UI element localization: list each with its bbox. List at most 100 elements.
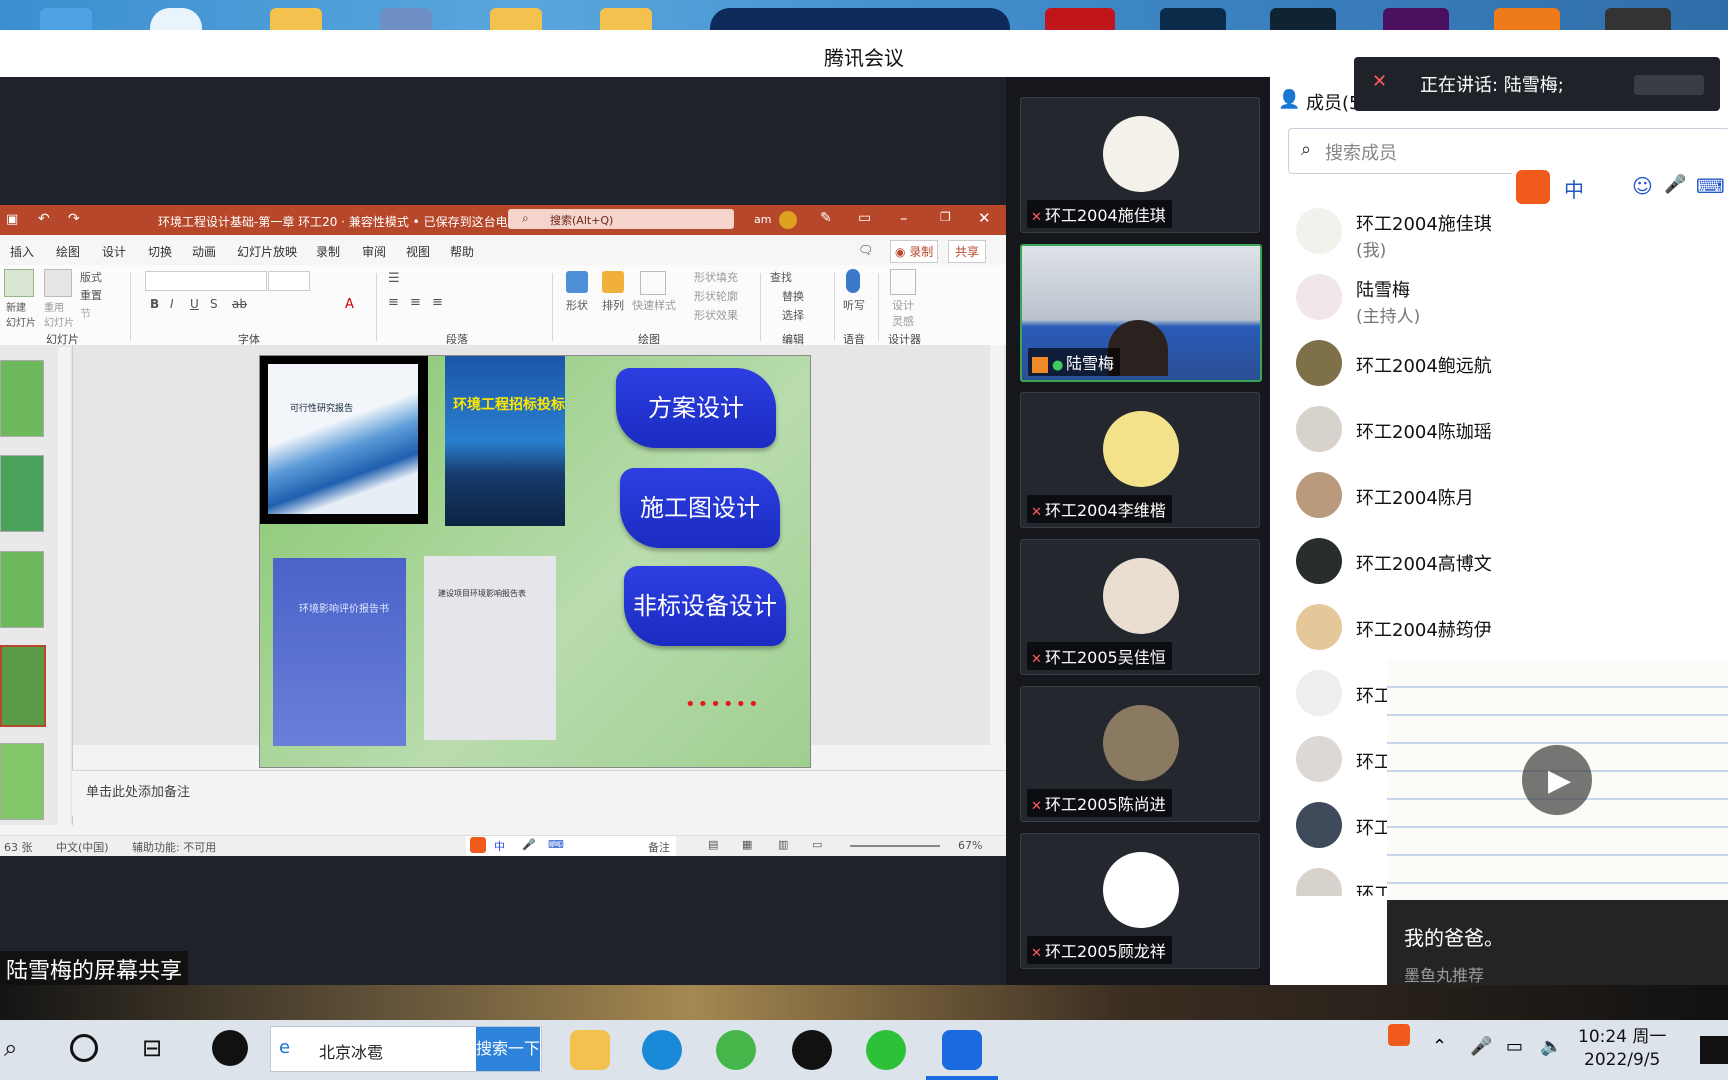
chevron-up-icon[interactable]: ⌃: [1432, 1036, 1447, 1057]
zoom-slider[interactable]: [850, 845, 940, 847]
font-name-select[interactable]: [145, 271, 267, 291]
microphone-icon[interactable]: [846, 269, 860, 293]
align-right-icon[interactable]: ≡: [432, 295, 443, 310]
italic-icon[interactable]: I: [170, 297, 174, 311]
shape-outline-button[interactable]: 形状轮廓: [694, 288, 738, 304]
microphone-icon[interactable]: 🎤: [1664, 174, 1686, 195]
sogou-icon[interactable]: [1516, 170, 1550, 204]
battery-icon[interactable]: ▭: [1506, 1036, 1523, 1057]
video-tile[interactable]: ✕ 环工2005陈尚进: [1020, 686, 1260, 822]
task-view-icon[interactable]: ⊟: [142, 1034, 162, 1062]
redo-icon[interactable]: ↷: [68, 211, 80, 227]
notes-toggle[interactable]: 备注: [648, 839, 670, 855]
minimize-icon[interactable]: –: [900, 209, 908, 227]
pinwheel-app-icon[interactable]: [212, 1030, 248, 1066]
microphone-icon[interactable]: 🎤: [1470, 1036, 1492, 1057]
bullets-icon[interactable]: ☰: [388, 271, 400, 286]
record-button[interactable]: ◉ 录制: [890, 240, 939, 263]
underline-icon[interactable]: U: [190, 297, 199, 311]
member-row[interactable]: 陆雪梅 (主持人): [1296, 266, 1726, 327]
new-slide-icon[interactable]: [4, 269, 34, 297]
reuse-slide-icon[interactable]: [44, 269, 72, 297]
shape-effect-button[interactable]: 形状效果: [694, 307, 738, 323]
file-explorer-icon[interactable]: [570, 1030, 610, 1070]
photoshop-icon[interactable]: [1160, 8, 1226, 30]
user-avatar[interactable]: [779, 211, 797, 229]
ime-toolbar[interactable]: 中 ☺ 🎤 ⌨: [1512, 168, 1728, 204]
lightroom-icon[interactable]: [1270, 8, 1336, 30]
select-button[interactable]: 选择: [782, 307, 804, 323]
reset-button[interactable]: 重置: [80, 287, 102, 303]
member-row[interactable]: 环工2004赫筠伊: [1296, 596, 1726, 656]
news-popup[interactable]: ▶ 我的爸爸。 墨鱼丸推荐: [1387, 660, 1728, 1002]
shadow-icon[interactable]: S: [210, 297, 218, 311]
menu-tab-help[interactable]: 帮助: [450, 243, 474, 260]
designer-icon[interactable]: [890, 269, 916, 295]
wechat-icon[interactable]: [866, 1030, 906, 1070]
sogou-icon[interactable]: [470, 837, 486, 853]
play-icon[interactable]: ▶: [1522, 745, 1592, 815]
menu-tab-animations[interactable]: 动画: [192, 243, 216, 260]
share-button[interactable]: 共享: [948, 240, 987, 263]
close-icon[interactable]: ✕: [978, 209, 991, 227]
cortana-icon[interactable]: [70, 1034, 98, 1062]
folder-icon[interactable]: [270, 8, 322, 30]
replace-button[interactable]: 替换: [782, 288, 804, 304]
arrange-label[interactable]: 排列: [602, 297, 624, 313]
shape-fill-button[interactable]: 形状填充: [694, 269, 738, 285]
menu-tab-record[interactable]: 录制: [316, 243, 340, 260]
member-row[interactable]: 环工2004鲍远航: [1296, 332, 1726, 392]
quick-styles-icon[interactable]: [640, 271, 666, 295]
search-icon[interactable]: ⌕: [4, 1034, 17, 1062]
ime-mode[interactable]: 中: [494, 838, 505, 854]
menu-tab-view[interactable]: 视图: [406, 243, 430, 260]
slide-thumbnail[interactable]: [0, 743, 44, 820]
normal-view-icon[interactable]: ▤: [708, 838, 718, 851]
ime-mode[interactable]: 中: [1564, 174, 1584, 203]
menu-tab-draw[interactable]: 绘图: [56, 243, 80, 260]
desktop-icon[interactable]: [380, 8, 432, 30]
find-button[interactable]: 查找: [770, 269, 792, 285]
acrobat-icon[interactable]: [1045, 8, 1115, 30]
menu-tab-insert[interactable]: 插入: [10, 243, 34, 260]
member-row[interactable]: 环工2004施佳琪 (我): [1296, 200, 1726, 261]
align-center-icon[interactable]: ≡: [410, 295, 421, 310]
language-status[interactable]: 中文(中国): [56, 839, 109, 855]
layout-button[interactable]: 版式: [80, 269, 102, 285]
desktop-icon[interactable]: [150, 8, 202, 30]
taskbar-search-button[interactable]: 搜索一下: [476, 1027, 540, 1071]
slide-thumbnail[interactable]: [0, 360, 44, 437]
volume-icon[interactable]: 🔈: [1540, 1036, 1562, 1057]
premiere-icon[interactable]: [1383, 8, 1449, 30]
thumbnail-scrollbar[interactable]: [58, 347, 70, 827]
sogou-tray-icon[interactable]: [1388, 1024, 1410, 1046]
video-tile[interactable]: ✕ 环工2005顾龙祥: [1020, 833, 1260, 969]
menu-tab-slideshow[interactable]: 幻灯片放映: [237, 243, 297, 260]
restore-icon[interactable]: ❐: [940, 210, 951, 224]
arrange-icon[interactable]: [602, 271, 624, 293]
notification-icon[interactable]: [1700, 1036, 1728, 1064]
member-row[interactable]: 环工2004高博文: [1296, 530, 1726, 590]
edge-icon[interactable]: [642, 1030, 682, 1070]
clock[interactable]: 10:24 周一 2022/9/5: [1578, 1026, 1666, 1072]
bold-icon[interactable]: B: [150, 297, 159, 311]
camera-icon[interactable]: [1605, 8, 1671, 30]
tencent-meeting-icon[interactable]: [942, 1030, 982, 1070]
slide-canvas[interactable]: 可行性研究报告 环境工程招标投标 环境影响评价报告书 建设项目环境影响报告表 方…: [259, 355, 811, 768]
ribbon-display-icon[interactable]: ▭: [858, 210, 871, 226]
align-left-icon[interactable]: ≡: [388, 295, 399, 310]
video-tile[interactable]: ✕ 环工2005吴佳恒: [1020, 539, 1260, 675]
qq-icon[interactable]: [792, 1030, 832, 1070]
menu-tab-transitions[interactable]: 切换: [148, 243, 172, 260]
video-tile[interactable]: ✕ 环工2004李维楷: [1020, 392, 1260, 528]
designer-label[interactable]: 设计 灵感: [892, 297, 914, 329]
accessibility-status[interactable]: 辅助功能: 不可用: [132, 839, 216, 855]
folder-icon[interactable]: [600, 8, 652, 30]
new-slide-label[interactable]: 新建 幻灯片: [6, 299, 36, 329]
popup-title[interactable]: 我的爸爸。: [1404, 922, 1504, 951]
microphone-icon[interactable]: 🎤: [522, 838, 536, 851]
keyboard-icon[interactable]: ⌨: [1696, 174, 1725, 198]
member-row[interactable]: 环工2004陈珈瑶: [1296, 398, 1726, 458]
menu-tab-review[interactable]: 审阅: [362, 243, 386, 260]
comment-icon[interactable]: 🗨: [858, 243, 873, 257]
